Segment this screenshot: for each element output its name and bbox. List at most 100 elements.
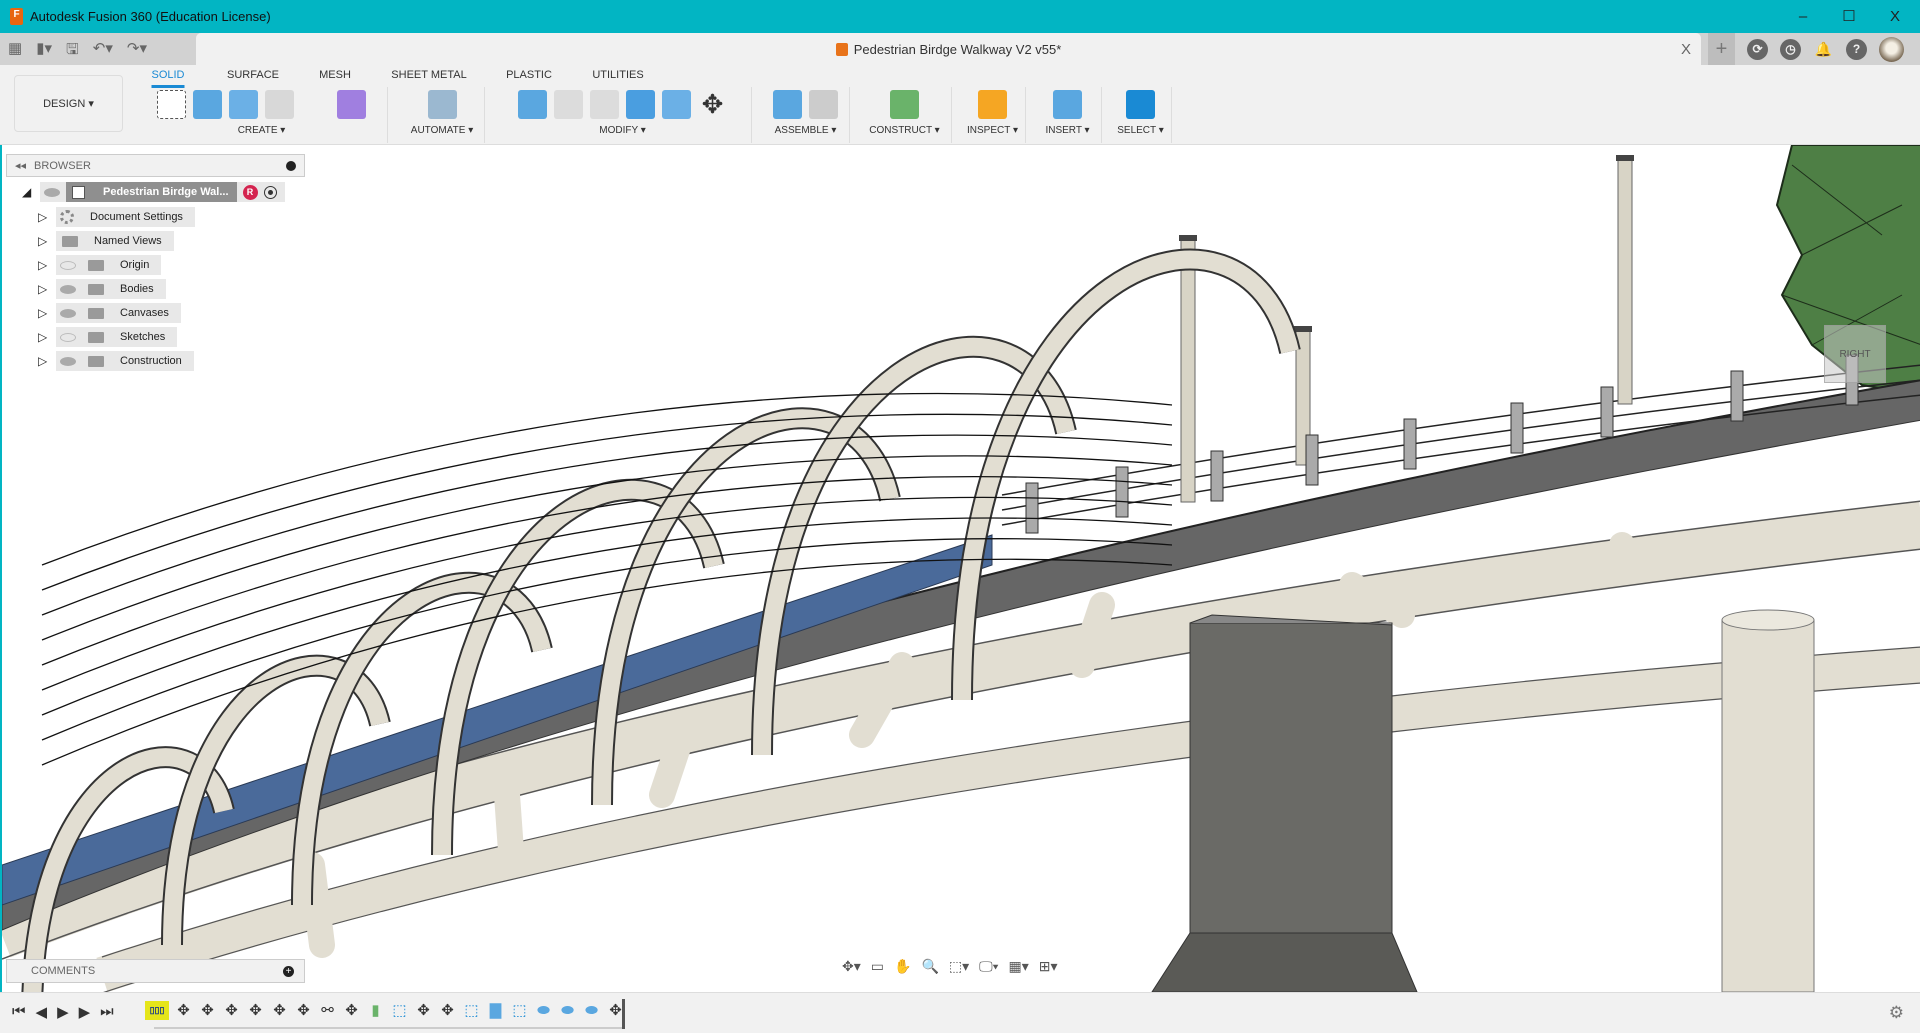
go-to-start-button[interactable]: ⏮ bbox=[12, 1003, 26, 1021]
viewports-icon[interactable]: ⊞▾ bbox=[1039, 958, 1058, 975]
timeline-feature-extrude-icon[interactable]: ▇ bbox=[486, 1001, 505, 1020]
automate-icon[interactable] bbox=[428, 90, 457, 119]
hidden-eye-icon[interactable] bbox=[60, 261, 76, 270]
hidden-eye-icon[interactable] bbox=[60, 333, 76, 342]
file-menu-icon[interactable]: ▮▾ bbox=[36, 39, 52, 64]
timeline-feature-move-icon[interactable]: ✥ bbox=[174, 1001, 193, 1020]
timeline-feature-plane-icon[interactable]: ▮ bbox=[366, 1001, 385, 1020]
tab-plastic[interactable]: PLASTIC bbox=[506, 69, 552, 85]
timeline-feature-move-icon[interactable]: ✥ bbox=[294, 1001, 313, 1020]
timeline-feature-move-icon[interactable]: ✥ bbox=[222, 1001, 241, 1020]
group-label[interactable]: MODIFY ▾ bbox=[494, 125, 751, 136]
expand-triangle-icon[interactable]: ▷ bbox=[38, 234, 50, 248]
timeline-feature-sketch-icon[interactable]: ⬚ bbox=[510, 1001, 529, 1020]
browser-root-node[interactable]: ◢ Pedestrian Birdge Wal... R bbox=[22, 182, 285, 202]
step-forward-button[interactable]: ▶ bbox=[79, 1003, 91, 1021]
timeline-feature-move-icon[interactable]: ✥ bbox=[342, 1001, 361, 1020]
browser-node-named-views[interactable]: ▷Named Views bbox=[38, 231, 174, 251]
tab-sheet-metal[interactable]: SHEET METAL bbox=[391, 69, 466, 85]
offset-plane-icon[interactable] bbox=[890, 90, 919, 119]
timeline-settings-icon[interactable]: ⚙ bbox=[1889, 1003, 1904, 1023]
measure-icon[interactable] bbox=[978, 90, 1007, 119]
expand-triangle-icon[interactable]: ▷ bbox=[38, 330, 50, 344]
viewcube[interactable]: RIGHT bbox=[1824, 325, 1886, 383]
group-label[interactable]: SELECT ▾ bbox=[1110, 125, 1171, 136]
browser-node-bodies[interactable]: ▷Bodies bbox=[38, 279, 166, 299]
timeline-feature-pipe-icon[interactable]: ⬬ bbox=[534, 1001, 553, 1020]
grid-icon[interactable]: ▦▾ bbox=[1009, 958, 1029, 975]
shell-icon[interactable] bbox=[590, 90, 619, 119]
form-icon[interactable] bbox=[337, 90, 366, 119]
timeline-feature-sketch-icon[interactable]: ⬚ bbox=[390, 1001, 409, 1020]
save-icon[interactable]: 🖫 bbox=[66, 39, 79, 64]
timeline-feature-move-icon[interactable]: ✥ bbox=[414, 1001, 433, 1020]
notifications-icon[interactable]: 🔔 bbox=[1813, 39, 1834, 60]
joint-icon[interactable] bbox=[809, 90, 838, 119]
timeline-feature-joint-icon[interactable]: ⚯ bbox=[318, 1001, 337, 1020]
activate-radio-icon[interactable] bbox=[264, 186, 277, 199]
group-label[interactable]: CONSTRUCT ▾ bbox=[858, 125, 951, 136]
expand-triangle-icon[interactable]: ▷ bbox=[38, 210, 50, 224]
go-to-end-button[interactable]: ⏭ bbox=[100, 1003, 114, 1021]
look-at-icon[interactable]: ▭ bbox=[871, 958, 884, 975]
collapse-browser-icon[interactable]: ◂◂ bbox=[15, 159, 26, 172]
bridge-model[interactable] bbox=[2, 145, 1920, 992]
hole-icon[interactable] bbox=[265, 90, 294, 119]
timeline-feature-move-icon[interactable]: ✥ bbox=[270, 1001, 289, 1020]
add-comment-icon[interactable]: + bbox=[283, 966, 294, 977]
redo-icon[interactable]: ↷▾ bbox=[127, 39, 147, 64]
expand-triangle-icon[interactable]: ▷ bbox=[38, 282, 50, 296]
extrude-icon[interactable] bbox=[193, 90, 222, 119]
press-pull-icon[interactable] bbox=[518, 90, 547, 119]
visibility-eye-icon[interactable] bbox=[60, 309, 76, 318]
pattern-icon[interactable] bbox=[301, 90, 330, 119]
revolve-icon[interactable] bbox=[229, 90, 258, 119]
expand-triangle-icon[interactable]: ▷ bbox=[38, 354, 50, 368]
expand-triangle-icon[interactable]: ▷ bbox=[38, 306, 50, 320]
fillet-icon[interactable] bbox=[554, 90, 583, 119]
timeline-marker[interactable] bbox=[622, 999, 625, 1029]
tab-solid[interactable]: SOLID bbox=[151, 69, 184, 88]
maximize-button[interactable]: ☐ bbox=[1826, 0, 1872, 33]
new-component-icon[interactable] bbox=[773, 90, 802, 119]
data-panel-icon[interactable]: ▦ bbox=[8, 39, 22, 64]
help-icon[interactable]: ? bbox=[1846, 39, 1867, 60]
group-label[interactable]: AUTOMATE ▾ bbox=[400, 125, 484, 136]
timeline-feature-move-icon[interactable]: ✥ bbox=[246, 1001, 265, 1020]
play-button[interactable]: ▶ bbox=[57, 1003, 69, 1021]
timeline-feature-pipe-icon[interactable]: ⬬ bbox=[582, 1001, 601, 1020]
visibility-eye-icon[interactable] bbox=[60, 285, 76, 294]
tab-utilities[interactable]: UTILITIES bbox=[592, 69, 643, 85]
zoom-icon[interactable]: 🔍 bbox=[921, 958, 938, 975]
timeline-feature-move-icon[interactable]: ✥ bbox=[438, 1001, 457, 1020]
visibility-eye-icon[interactable] bbox=[60, 357, 76, 366]
browser-node-document-settings[interactable]: ▷Document Settings bbox=[38, 207, 195, 227]
timeline-feature-move-icon[interactable]: ✥ bbox=[198, 1001, 217, 1020]
group-label[interactable]: INSERT ▾ bbox=[1034, 125, 1101, 136]
timeline-feature-pipe-icon[interactable]: ⬬ bbox=[558, 1001, 577, 1020]
tab-surface[interactable]: SURFACE bbox=[227, 69, 279, 85]
undo-icon[interactable]: ↶▾ bbox=[93, 39, 113, 64]
timeline-feature-sketch-icon[interactable]: ⬚ bbox=[462, 1001, 481, 1020]
minimize-button[interactable]: – bbox=[1780, 0, 1826, 33]
visibility-eye-icon[interactable] bbox=[44, 188, 60, 197]
step-back-button[interactable]: ◀ bbox=[36, 1003, 48, 1021]
workspace-switcher[interactable]: DESIGN ▾ bbox=[14, 75, 123, 132]
fit-icon[interactable]: ⬚▾ bbox=[949, 958, 969, 975]
select-icon[interactable] bbox=[1126, 90, 1155, 119]
create-sketch-icon[interactable] bbox=[157, 90, 186, 119]
tab-mesh[interactable]: MESH bbox=[319, 69, 351, 85]
split-face-icon[interactable] bbox=[662, 90, 691, 119]
browser-node-construction[interactable]: ▷Construction bbox=[38, 351, 194, 371]
3d-viewport[interactable]: RIGHT bbox=[0, 145, 1920, 992]
orbit-icon[interactable]: ✥▾ bbox=[842, 958, 861, 975]
browser-node-origin[interactable]: ▷Origin bbox=[38, 255, 161, 275]
minimize-browser-icon[interactable] bbox=[286, 161, 296, 171]
expand-triangle-icon[interactable]: ▷ bbox=[38, 258, 50, 272]
timeline-feature-pattern-icon[interactable]: ▯▯▯ bbox=[145, 1001, 169, 1020]
display-settings-icon[interactable]: 🖵▾ bbox=[979, 958, 998, 975]
browser-node-sketches[interactable]: ▷Sketches bbox=[38, 327, 177, 347]
insert-image-icon[interactable] bbox=[1053, 90, 1082, 119]
group-label[interactable]: CREATE ▾ bbox=[136, 125, 387, 136]
collapse-triangle-icon[interactable]: ◢ bbox=[22, 185, 34, 199]
